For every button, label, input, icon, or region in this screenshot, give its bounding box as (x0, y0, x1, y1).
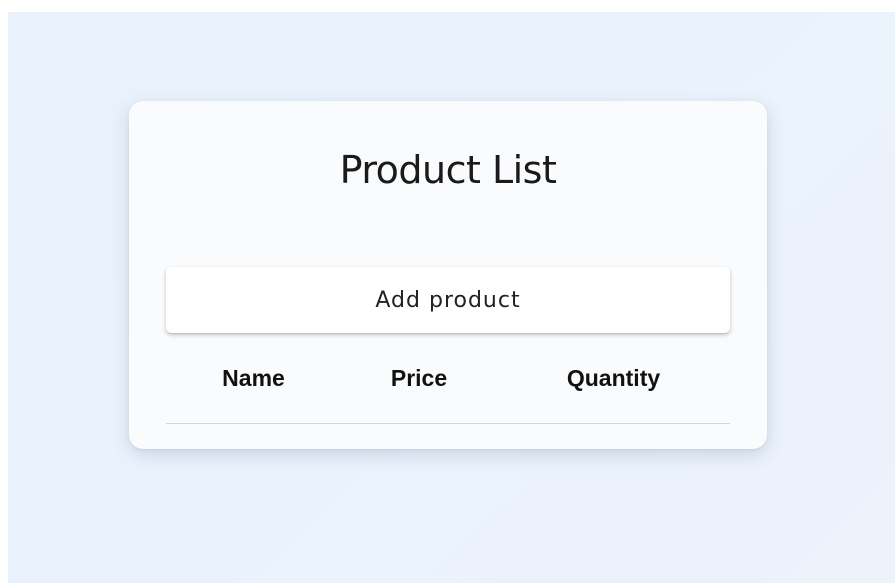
product-table: Name Price Quantity (166, 347, 730, 424)
table-header-row: Name Price Quantity (166, 347, 730, 424)
page-background: Product List Add product Name Price Quan… (8, 12, 895, 583)
product-list-card: Product List Add product Name Price Quan… (129, 101, 767, 449)
page-title: Product List (339, 148, 557, 192)
column-header-name: Name (166, 347, 341, 424)
product-table-header: Name Price Quantity (166, 347, 730, 424)
column-header-quantity: Quantity (497, 347, 730, 424)
column-header-price: Price (341, 347, 497, 424)
add-product-button[interactable]: Add product (166, 267, 730, 333)
